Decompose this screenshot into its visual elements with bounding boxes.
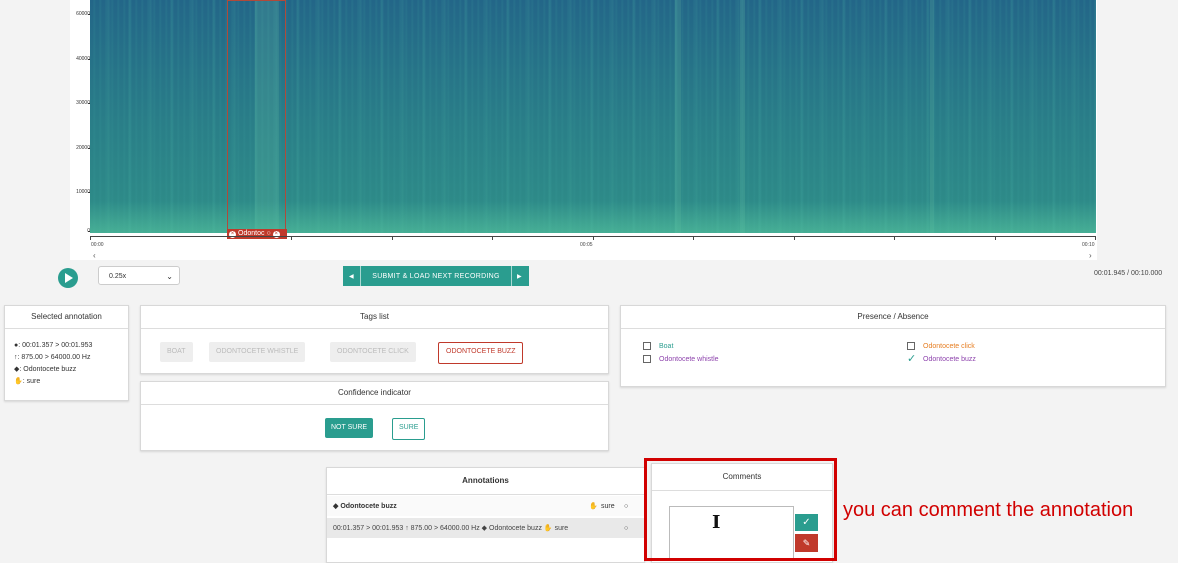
presence-click[interactable]: Odontocete click	[907, 342, 975, 350]
play-icon	[65, 273, 73, 283]
x-tick-label: 00:05	[580, 242, 593, 248]
tag-boat-button[interactable]: BOAT	[160, 342, 193, 362]
speed-select[interactable]: 0.25x ⌄	[98, 266, 180, 285]
y-tick: 10000	[70, 189, 94, 195]
presence-buzz[interactable]: ✓ Odontocete buzz	[907, 354, 976, 365]
panel-title: Selected annotation	[5, 306, 128, 329]
checkmark-icon[interactable]: ✓	[907, 354, 916, 365]
presence-whistle[interactable]: Odontocete whistle	[643, 355, 719, 363]
y-tick: 60000	[70, 11, 94, 17]
submit-next-button[interactable]: ◀ SUBMIT & LOAD NEXT RECORDING ▶	[343, 266, 529, 286]
x-tick-mark	[593, 236, 594, 240]
presence-label: Boat	[659, 342, 674, 350]
x-tick-label: 00:00	[91, 242, 104, 248]
annotation-group-conf: sure	[601, 502, 615, 510]
x-tick-mark	[1095, 236, 1096, 240]
confidence-panel: Confidence indicator NOT SURE SURE	[140, 381, 609, 451]
chevron-down-icon: ⌄	[166, 272, 173, 281]
play-button[interactable]	[58, 268, 78, 288]
annotation-row-conf: sure	[554, 524, 569, 532]
x-tick-mark	[794, 236, 795, 240]
scroll-left-icon[interactable]: ‹	[93, 251, 96, 260]
scroll-right-icon[interactable]: ›	[1089, 251, 1092, 260]
prev-icon[interactable]: ◀	[349, 273, 354, 280]
panel-title: Tags list	[141, 306, 608, 329]
tag-whistle-button[interactable]: ODONTOCETE WHISTLE	[209, 342, 306, 362]
selected-time-row: ●: 00:01.357 > 00:01.953	[5, 340, 128, 352]
spectrogram-panel[interactable]: 60000 40000 30000 20000 10000 0 × Odonto…	[70, 0, 1097, 260]
selected-freq-row: ↑: 875.00 > 64000.00 Hz	[5, 352, 128, 364]
annotation-group-row[interactable]: ◆ Odontocete buzz ✋ sure ○	[327, 496, 644, 516]
sure-button[interactable]: SURE	[392, 418, 426, 440]
presence-label: Odontocete whistle	[659, 355, 719, 363]
annotation-label-text: Odontoc	[238, 230, 265, 237]
speed-value: 0.25x	[109, 273, 127, 280]
not-sure-button[interactable]: NOT SURE	[325, 418, 374, 438]
selected-tag-row: ◆: Odontocete buzz	[5, 364, 128, 376]
handshake-icon: ✋	[14, 378, 23, 385]
divider	[360, 266, 361, 286]
comment-icon[interactable]: ○	[624, 503, 628, 510]
handshake-icon: ✋	[589, 503, 598, 510]
y-tick: 0	[70, 228, 94, 234]
comment-icon: ○	[266, 230, 271, 237]
spectrogram-band	[930, 0, 934, 233]
x-tick-mark	[90, 236, 91, 240]
checkbox-icon[interactable]	[643, 355, 651, 363]
selected-annotation-panel: Selected annotation ●: 00:01.357 > 00:01…	[4, 305, 129, 401]
divider	[511, 266, 512, 286]
annotation-label[interactable]: × Odontoc ○ ×	[227, 229, 287, 239]
x-tick-mark	[693, 236, 694, 240]
x-tick-mark	[392, 236, 393, 240]
presence-boat[interactable]: Boat	[643, 342, 673, 350]
checkbox-icon[interactable]	[907, 342, 915, 350]
selected-time: : 00:01.357 > 00:01.953	[18, 342, 93, 349]
x-tick-mark	[492, 236, 493, 240]
tag-buzz-button[interactable]: ODONTOCETE BUZZ	[438, 342, 524, 364]
highlight-frame	[644, 458, 837, 561]
panel-title: Confidence indicator	[141, 382, 608, 405]
y-tick: 20000	[70, 145, 94, 151]
y-tick: 40000	[70, 56, 94, 62]
presence-label: Odontocete click	[923, 342, 975, 350]
annotation-row[interactable]: 00:01.357 > 00:01.953 ↑ 875.00 > 64000.0…	[327, 518, 644, 538]
x-tick-label: 00:10	[1082, 242, 1095, 248]
checkbox-icon[interactable]	[643, 342, 651, 350]
comment-icon[interactable]: ○	[624, 525, 628, 532]
selected-tag: : Odontocete buzz	[19, 366, 77, 373]
selected-confidence-row: ✋: sure	[5, 376, 128, 388]
annotation-detail: 00:01.357 > 00:01.953 ↑ 875.00 > 64000.0…	[333, 524, 480, 532]
presence-absence-panel: Presence / Absence Boat Odontocete whist…	[620, 305, 1166, 387]
selected-freq: : 875.00 > 64000.00 Hz	[17, 354, 91, 361]
annotation-row-tag: Odontocete buzz	[489, 524, 542, 532]
spectrogram-band	[740, 0, 745, 233]
panel-title: Presence / Absence	[621, 306, 1165, 329]
tags-list-panel: Tags list BOAT ODONTOCETE WHISTLE ODONTO…	[140, 305, 609, 374]
time-readout: 00:01.945 / 00:10.000	[1094, 270, 1163, 277]
handshake-icon: ✋	[541, 525, 555, 532]
submit-label: SUBMIT & LOAD NEXT RECORDING	[372, 272, 500, 280]
tag-icon: ◆	[479, 525, 490, 532]
annotation-group-tag: Odontocete buzz	[340, 502, 397, 510]
tutorial-caption: you can comment the annotation	[843, 499, 1134, 521]
next-icon[interactable]: ▶	[517, 273, 522, 280]
y-tick: 30000	[70, 100, 94, 106]
x-tick-mark	[995, 236, 996, 240]
x-tick-mark	[291, 236, 292, 240]
annotation-box[interactable]	[227, 0, 286, 237]
x-tick-mark	[894, 236, 895, 240]
selected-confidence: : sure	[22, 378, 41, 385]
tag-icon: ◆	[333, 503, 341, 510]
tag-click-button[interactable]: ODONTOCETE CLICK	[330, 342, 416, 362]
panel-title: Annotations	[327, 468, 644, 495]
presence-label: Odontocete buzz	[923, 355, 976, 363]
spectrogram-band	[675, 0, 681, 233]
annotations-panel: Annotations ◆ Odontocete buzz ✋ sure ○ 0…	[326, 467, 645, 563]
